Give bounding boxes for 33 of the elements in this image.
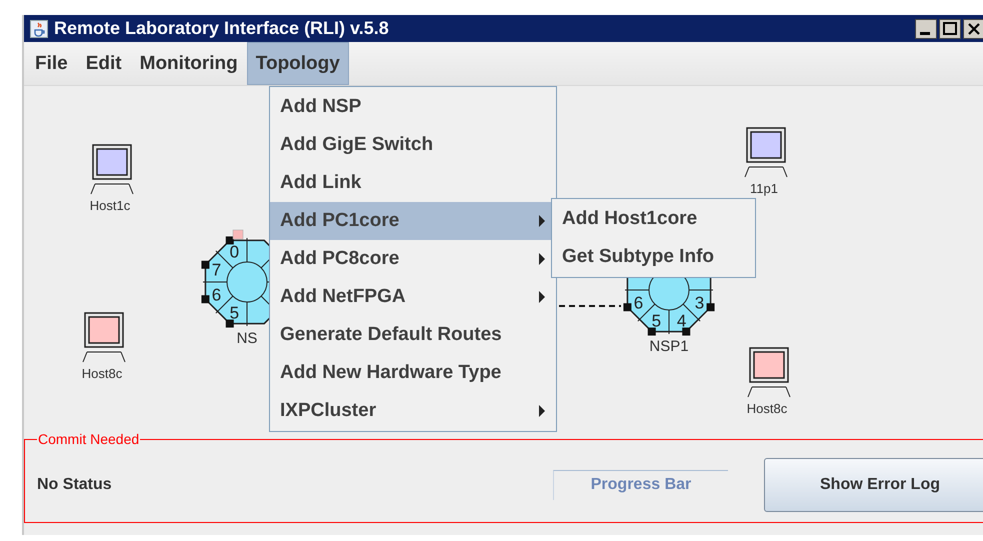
maximize-icon[interactable] <box>939 18 961 38</box>
status-text: No Status <box>37 476 112 494</box>
port-number: 5 <box>230 304 240 322</box>
port-number: 5 <box>652 312 662 330</box>
minimize-icon[interactable] <box>915 18 937 38</box>
show-error-log-button[interactable]: Show Error Log <box>764 458 983 512</box>
menu-option[interactable]: Add GigE Switch <box>270 126 556 164</box>
menu-option[interactable]: Add New Hardware Type <box>270 354 556 392</box>
menu-option[interactable]: IXPCluster <box>270 392 556 430</box>
host-label: Host8c <box>82 366 122 381</box>
port-number: 6 <box>212 286 222 305</box>
menu-item[interactable]: Monitoring <box>130 42 247 85</box>
port-number: 4 <box>676 312 686 330</box>
menu-option[interactable]: Add NetFPGA <box>270 278 556 316</box>
host-label: 11p1 <box>750 181 778 196</box>
menu-option[interactable]: Add NSP <box>270 88 556 126</box>
menu-item[interactable]: Edit <box>76 42 131 85</box>
panel-title: Commit Needed <box>37 431 140 447</box>
menu-item[interactable]: File <box>26 42 77 85</box>
node-label: NS <box>236 330 258 347</box>
host-label: Host1c <box>90 198 130 213</box>
menu-item[interactable]: Topology <box>246 42 349 85</box>
menu-option[interactable]: Generate Default Routes <box>270 316 556 354</box>
host-label: Host8c <box>746 401 788 416</box>
port-number: 0 <box>230 242 240 262</box>
node-label: NSP1 <box>649 338 689 355</box>
close-icon[interactable] <box>963 18 983 38</box>
window-title: Remote Laboratory Interface (RLI) v.5.8 <box>54 18 389 39</box>
port-number: 6 <box>634 294 644 313</box>
port-number: 7 <box>212 260 222 280</box>
port-number: 3 <box>694 294 704 313</box>
java-cup-icon <box>30 20 48 38</box>
menu-option[interactable]: Add Link <box>270 164 556 202</box>
